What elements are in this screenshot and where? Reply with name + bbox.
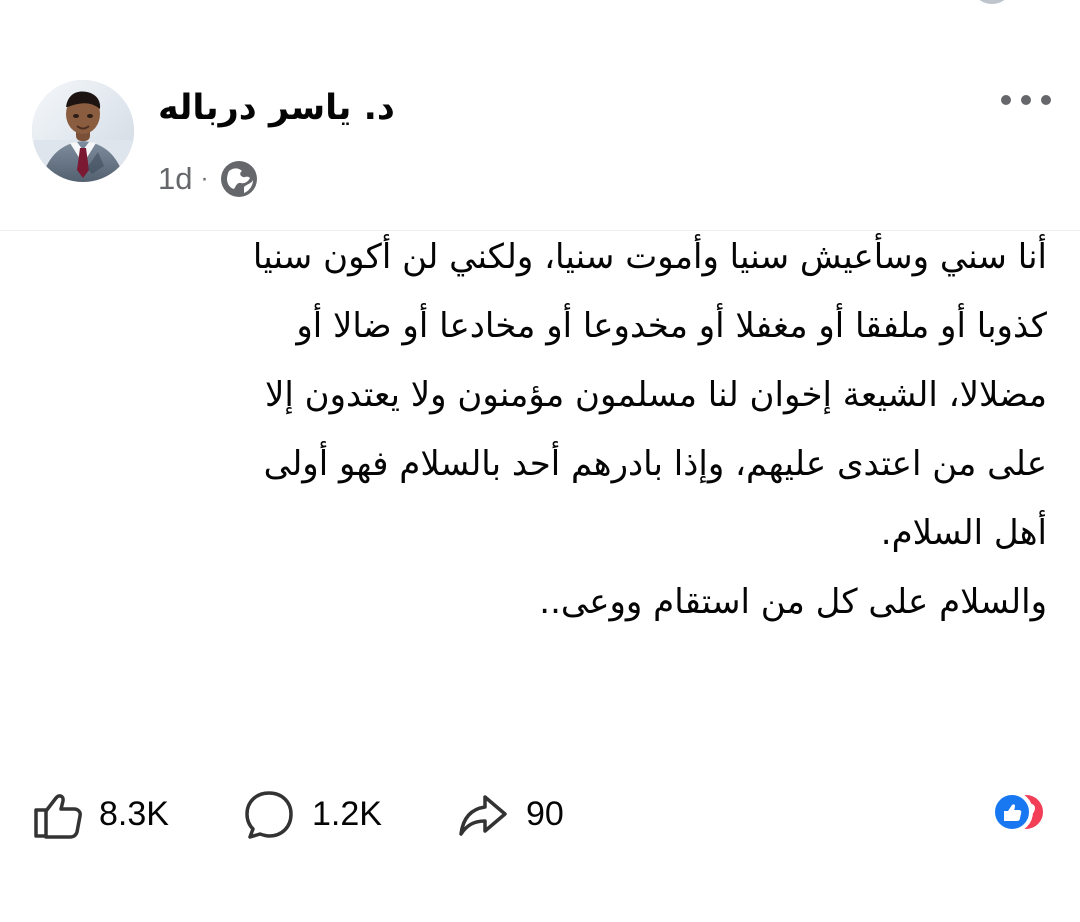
globe-icon[interactable]	[220, 160, 258, 198]
author-photo	[32, 80, 134, 182]
thumbs-up-icon	[34, 794, 82, 839]
comment-count: 1.2K	[312, 794, 382, 833]
more-options-button[interactable]	[1000, 88, 1052, 112]
like-button[interactable]: 8.3K	[31, 779, 169, 849]
post-text-line-5: أهل السلام.	[880, 513, 1047, 553]
post-body: أنا سني وسأعيش سنيا وأموت سنيا، ولكني لن…	[24, 230, 1047, 644]
post-text-line-1: أنا سني وسأعيش سنيا وأموت سنيا، ولكني لن…	[252, 237, 1047, 277]
comment-bubble-icon	[245, 791, 293, 839]
author-name[interactable]: د. ياسر درباله	[158, 78, 403, 138]
like-reaction-icon	[991, 791, 1033, 833]
share-button[interactable]: 90	[456, 779, 564, 849]
more-options-icon	[1001, 95, 1051, 105]
post-time[interactable]: 1d	[158, 161, 192, 197]
reaction-summary[interactable]	[961, 788, 1051, 836]
post-text-line-2: كذوبا أو ملفقا أو مغفلا أو مخدوعا أو مخا…	[296, 306, 1047, 346]
share-arrow-icon	[459, 795, 507, 836]
small-thumbs-up-icon	[1004, 804, 1022, 821]
share-count: 90	[526, 794, 564, 833]
meta-separator: ·	[200, 165, 209, 192]
post-text-line-3: مضلالا، الشيعة إخوان لنا مسلمون مؤمنون و…	[264, 375, 1047, 415]
post-meta: 1d ·	[158, 155, 258, 203]
comment-button[interactable]: 1.2K	[242, 779, 382, 849]
post-action-bar: 8.3K 1.2K 90	[31, 779, 1051, 849]
like-count: 8.3K	[99, 794, 169, 833]
post-closing-line: والسلام على كل من استقام ووعى..	[539, 582, 1047, 622]
facebook-post: د. ياسر درباله 1d · أنا سني وسأعيش سنيا …	[0, 0, 1080, 922]
author-avatar[interactable]	[32, 80, 134, 182]
post-text-line-4: على من اعتدى عليهم، وإذا بادرهم أحد بالس…	[263, 444, 1047, 484]
